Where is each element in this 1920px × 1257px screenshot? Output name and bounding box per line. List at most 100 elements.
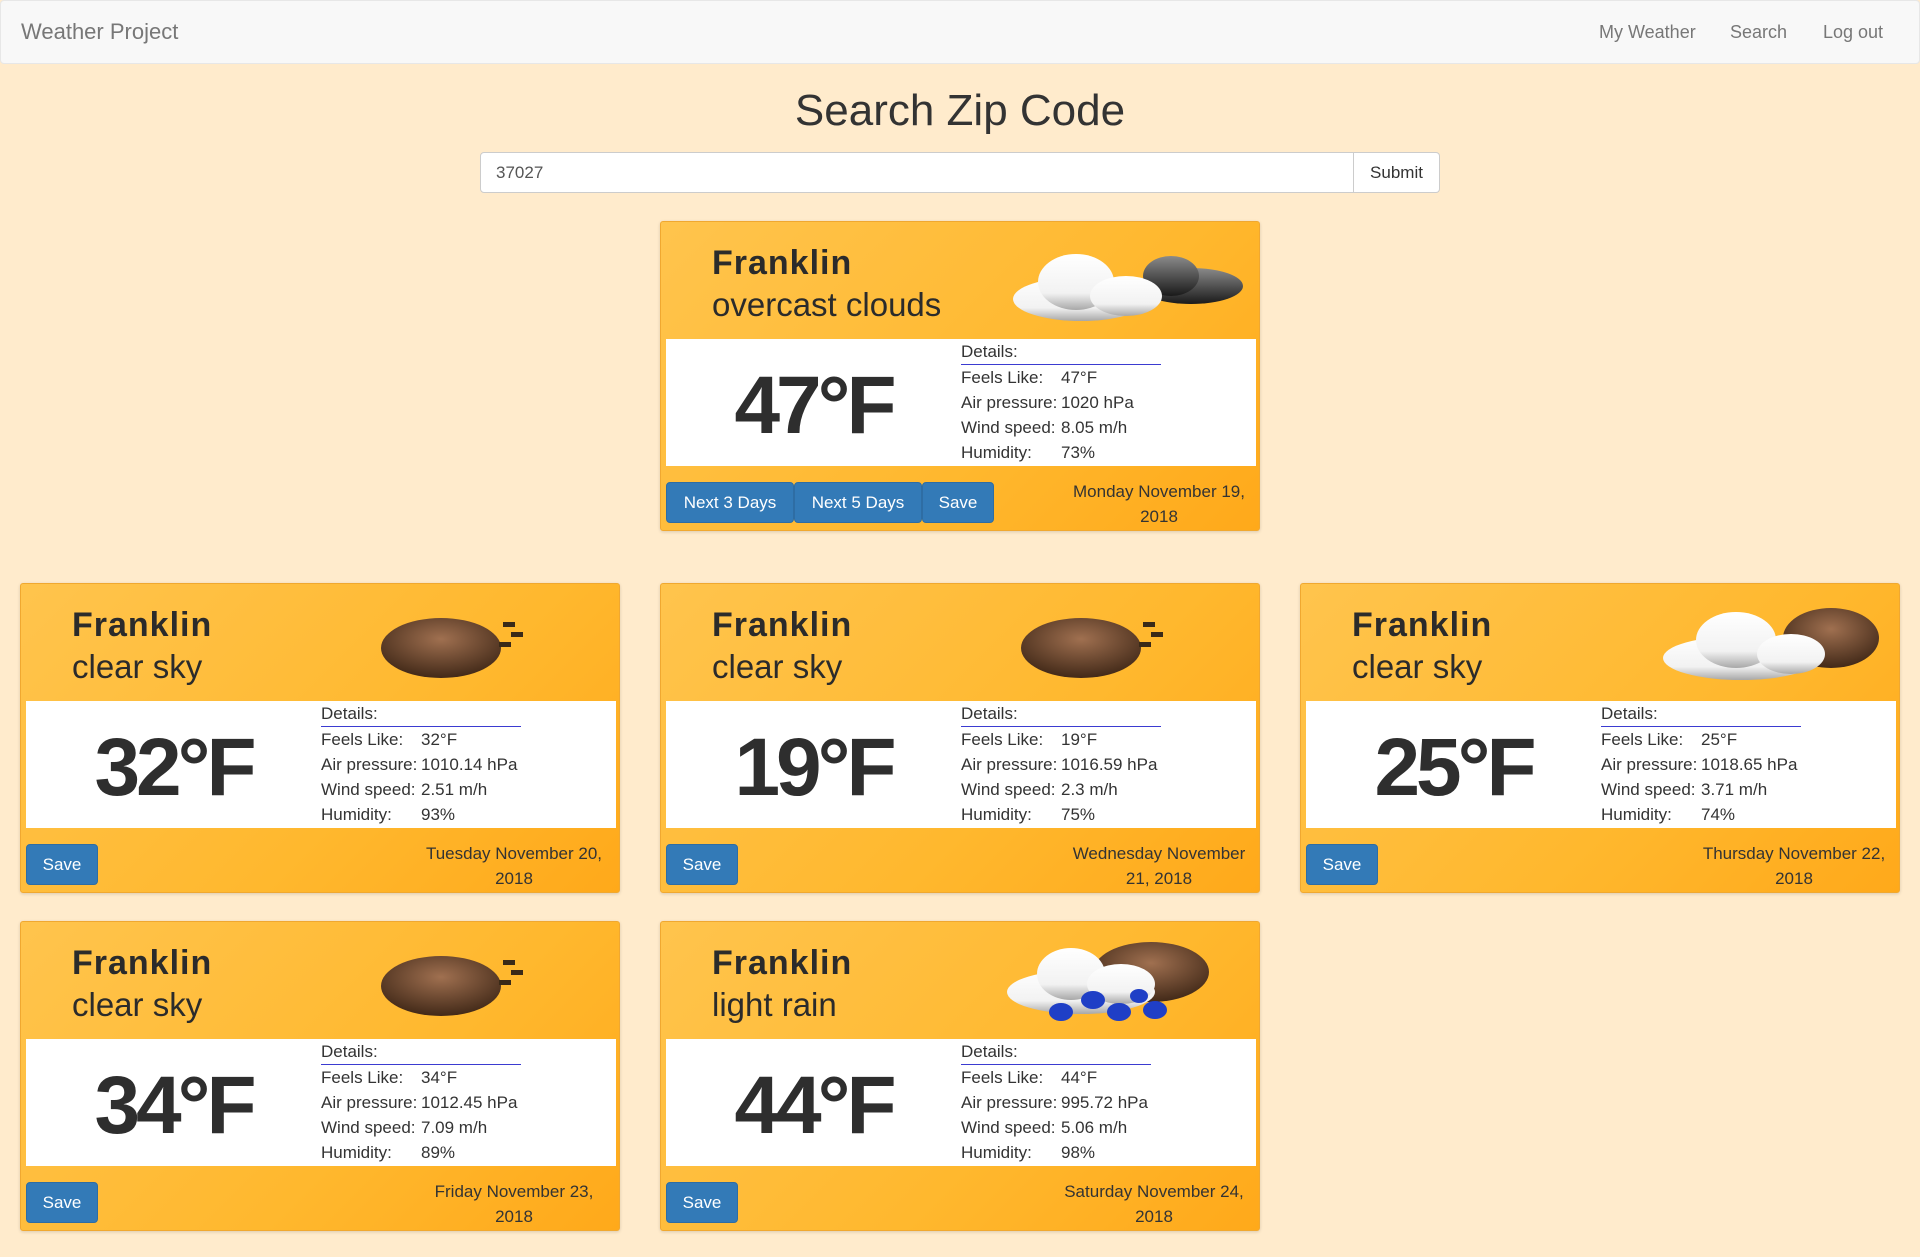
page-title: Search Zip Code <box>794 86 1126 135</box>
detail-value: 93% <box>421 805 456 824</box>
detail-value: 1010.14 hPa <box>421 755 518 774</box>
zip-code-input[interactable] <box>480 152 1354 193</box>
detail-row: Air pressure: 1020 hPa <box>961 390 1161 415</box>
detail-label: Feels Like: <box>321 730 404 749</box>
nav-my-weather[interactable]: My Weather <box>1599 22 1696 43</box>
detail-row: Humidity: 73% <box>961 440 1161 465</box>
details-table: Details: Feels Like: 34°F Air pressure: 10… <box>321 1039 521 1165</box>
nav-log-out[interactable]: Log out <box>1823 22 1883 43</box>
detail-row: Humidity: 93% <box>321 802 521 827</box>
save-button[interactable]: Save <box>26 1182 98 1223</box>
detail-value: 89% <box>421 1143 456 1162</box>
nav-search[interactable]: Search <box>1730 22 1787 43</box>
details-table: Details: Feels Like: 19°F Air pressure: 10… <box>961 701 1161 827</box>
next-3-days-button[interactable]: Next 3 Days <box>666 482 794 523</box>
forecast-date: Friday November 23, 2018 <box>434 1182 594 1226</box>
weather-description: clear sky <box>712 648 843 685</box>
detail-value: 32°F <box>421 730 458 749</box>
details-label: Details: <box>961 701 1161 727</box>
temperature: 32°F <box>94 722 256 813</box>
detail-value: 25°F <box>1701 730 1738 749</box>
next-5-days-button[interactable]: Next 5 Days <box>794 482 922 523</box>
details-table: Details: Feels Like: 44°F Air pressure: 99… <box>961 1039 1151 1165</box>
few-clouds-night-icon <box>1631 596 1891 696</box>
forecast-card: Franklin clear sky 34°F Details: Feels L… <box>20 921 620 1231</box>
details-label: Details: <box>1601 701 1801 727</box>
forecast-card: Franklin clear sky 25°F Details: Feels L… <box>1300 583 1900 893</box>
submit-button[interactable]: Submit <box>1354 152 1440 193</box>
detail-value: 74% <box>1701 805 1736 824</box>
detail-label: Feels Like: <box>1601 730 1684 749</box>
details-table: Details: Feels Like: 25°F Air pressure: 10… <box>1601 701 1801 827</box>
forecast-card: Franklin light rain 44°F Details: Feels … <box>660 921 1260 1231</box>
detail-label: Wind speed: <box>961 1118 1056 1137</box>
city-name: Franklin <box>1352 606 1493 644</box>
detail-label: Air pressure: <box>321 755 418 774</box>
city-name: Franklin <box>712 944 853 982</box>
temperature: 47°F <box>734 360 896 451</box>
detail-row: Air pressure: 1010.14 hPa <box>321 752 521 777</box>
brand-link[interactable]: Weather Project <box>21 19 178 45</box>
detail-label: Feels Like: <box>961 1068 1044 1087</box>
detail-value: 7.09 m/h <box>421 1118 488 1137</box>
clear-sky-night-icon <box>351 596 611 696</box>
details-panel: 32°F Details: Feels Like: 32°F Air pressu… <box>26 701 616 828</box>
forecast-date: Wednesday November 21, 2018 <box>1072 844 1246 888</box>
clear-sky-night-icon <box>991 596 1251 696</box>
detail-label: Air pressure: <box>1601 755 1698 774</box>
detail-label: Air pressure: <box>961 755 1058 774</box>
detail-row: Wind speed: 7.09 m/h <box>321 1115 521 1140</box>
save-button[interactable]: Save <box>666 1182 738 1223</box>
detail-label: Feels Like: <box>961 368 1044 387</box>
details-panel: 25°F Details: Feels Like: 25°F Air pressu… <box>1306 701 1896 828</box>
save-button[interactable]: Save <box>922 482 994 523</box>
weather-description: clear sky <box>1352 648 1483 685</box>
temperature: 25°F <box>1374 722 1536 813</box>
detail-label: Air pressure: <box>961 393 1058 412</box>
detail-row: Air pressure: 1018.65 hPa <box>1601 752 1801 777</box>
city-name: Franklin <box>72 944 213 982</box>
forecast-date: Thursday November 22, 2018 <box>1702 844 1886 888</box>
detail-row: Wind speed: 2.3 m/h <box>961 777 1161 802</box>
detail-value: 1012.45 hPa <box>421 1093 518 1112</box>
details-label: Details: <box>321 701 521 727</box>
details-label: Details: <box>961 1039 1151 1065</box>
city-name: Franklin <box>712 244 853 282</box>
detail-value: 2.51 m/h <box>421 780 488 799</box>
save-button[interactable]: Save <box>666 844 738 885</box>
detail-label: Wind speed: <box>1601 780 1696 799</box>
details-label: Details: <box>321 1039 521 1065</box>
detail-row: Feels Like: 47°F <box>961 365 1161 390</box>
details-table: Details: Feels Like: 47°F Air pressure: 10… <box>961 339 1161 465</box>
light-rain-night-icon <box>991 934 1251 1034</box>
weather-description: overcast clouds <box>712 286 942 323</box>
details-panel: 47°F Details: Feels Like: 47°F Air pressu… <box>666 339 1256 466</box>
detail-label: Humidity: <box>321 805 392 824</box>
detail-value: 34°F <box>421 1068 458 1087</box>
detail-row: Humidity: 74% <box>1601 802 1801 827</box>
detail-label: Humidity: <box>961 443 1032 462</box>
details-label: Details: <box>961 339 1161 365</box>
forecast-date: Tuesday November 20, 2018 <box>425 844 603 888</box>
save-button[interactable]: Save <box>1306 844 1378 885</box>
city-name: Franklin <box>72 606 213 644</box>
details-panel: 34°F Details: Feels Like: 34°F Air pressu… <box>26 1039 616 1166</box>
forecast-date: Monday November 19, 2018 <box>1073 482 1245 526</box>
detail-row: Air pressure: 995.72 hPa <box>961 1090 1151 1115</box>
detail-value: 2.3 m/h <box>1061 780 1118 799</box>
detail-value: 73% <box>1061 443 1096 462</box>
detail-value: 8.05 m/h <box>1061 418 1128 437</box>
detail-label: Wind speed: <box>321 780 416 799</box>
detail-value: 995.72 hPa <box>1061 1093 1148 1112</box>
detail-value: 75% <box>1061 805 1096 824</box>
save-button[interactable]: Save <box>26 844 98 885</box>
detail-value: 44°F <box>1061 1068 1098 1087</box>
detail-label: Humidity: <box>961 1143 1032 1162</box>
forecast-card: Franklin clear sky 19°F Details: Feels L… <box>660 583 1260 893</box>
detail-label: Air pressure: <box>961 1093 1058 1112</box>
details-table: Details: Feels Like: 32°F Air pressure: 10… <box>321 701 521 827</box>
detail-row: Humidity: 98% <box>961 1140 1151 1165</box>
detail-row: Humidity: 89% <box>321 1140 521 1165</box>
detail-label: Feels Like: <box>961 730 1044 749</box>
detail-label: Feels Like: <box>321 1068 404 1087</box>
